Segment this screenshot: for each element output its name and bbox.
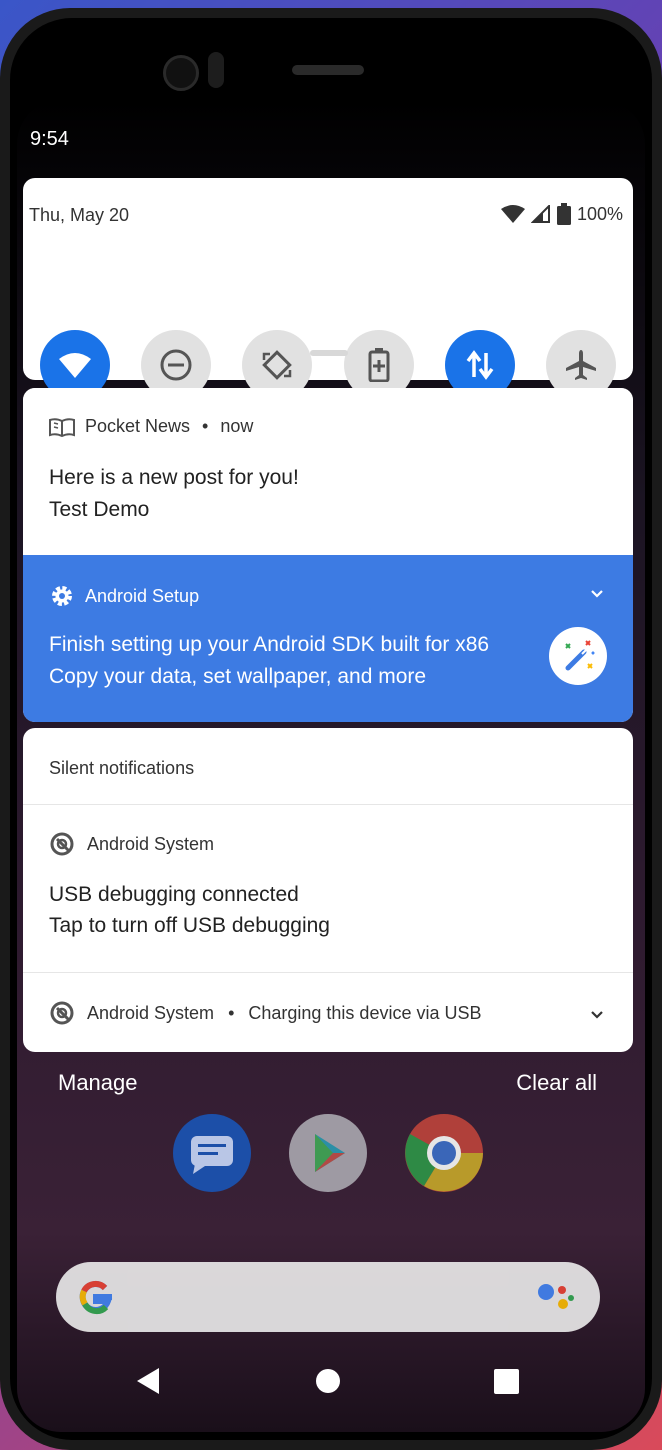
airplane-icon: [565, 350, 596, 380]
proximity-sensor: [208, 52, 224, 88]
notification-header: Android System • Charging this device vi…: [49, 1000, 482, 1026]
separator-dot: •: [202, 416, 209, 436]
divider: [23, 972, 633, 973]
chrome-app-icon[interactable]: [405, 1114, 483, 1192]
notification-text: Tap to turn off USB debugging: [49, 914, 330, 937]
notification-text: Test Demo: [49, 498, 150, 521]
android-system-icon: [50, 832, 74, 856]
wifi-signal-icon: [500, 205, 525, 223]
navigation-bar: [17, 1345, 645, 1415]
assistant-icon[interactable]: [536, 1280, 576, 1316]
quick-settings-panel: Thu, May 20 100%: [23, 178, 633, 400]
earpiece-speaker: [292, 65, 364, 75]
pocket-news-notification[interactable]: Pocket News • now Here is a new post for…: [23, 388, 633, 555]
notification-time: now: [220, 416, 254, 436]
app-name: Android System: [87, 1002, 215, 1023]
app-name: Android System: [87, 833, 215, 854]
front-camera: [163, 55, 199, 91]
clear-all-button[interactable]: Clear all: [516, 1070, 597, 1096]
gear-icon: [52, 586, 72, 606]
book-icon: [49, 417, 75, 437]
notification-title: Here is a new post for you!: [49, 466, 299, 489]
notification-header: Pocket News • now: [49, 416, 253, 437]
recents-icon[interactable]: [494, 1369, 519, 1394]
notification-header: Android Setup: [49, 583, 199, 609]
separator-dot: •: [228, 1002, 235, 1023]
messages-app-icon[interactable]: [173, 1114, 251, 1192]
do-not-disturb-icon: [160, 349, 192, 381]
android-system-icon: [50, 1001, 74, 1025]
home-icon[interactable]: [315, 1368, 341, 1394]
notification-text: Charging this device via USB: [248, 1002, 482, 1023]
section-header: Silent notifications: [49, 758, 195, 778]
back-icon[interactable]: [135, 1367, 161, 1395]
battery-saver-icon: [368, 348, 390, 382]
android-setup-notification[interactable]: Android Setup Finish setting up your And…: [23, 555, 633, 722]
google-g-icon: [79, 1280, 113, 1315]
status-time: 9:54: [30, 128, 69, 150]
divider: [23, 804, 633, 805]
notification-text: Copy your data, set wallpaper, and more: [49, 665, 427, 688]
screen: 9:54 Thu, May 20 100% Pocket News • now …: [17, 100, 645, 1432]
battery-percent: 100%: [576, 203, 623, 224]
notification-title: Finish setting up your Android SDK built…: [49, 633, 490, 656]
chevron-down-icon[interactable]: [589, 589, 605, 599]
app-name: Pocket News: [85, 416, 191, 436]
qs-drag-handle[interactable]: [310, 350, 348, 356]
notification-title: USB debugging connected: [49, 883, 299, 906]
manage-button[interactable]: Manage: [58, 1070, 138, 1096]
cell-signal-icon: [530, 205, 550, 223]
play-store-app-icon[interactable]: [289, 1114, 367, 1192]
data-transfer-icon: [466, 350, 494, 380]
silent-notifications-group: Silent notifications Android System USB …: [23, 728, 633, 1052]
device-frame: 9:54 Thu, May 20 100% Pocket News • now …: [0, 8, 662, 1450]
app-name: Android Setup: [85, 585, 200, 606]
qs-status-icons: 100%: [500, 203, 623, 225]
battery-icon: [556, 203, 571, 225]
notification-header: Android System: [49, 831, 214, 857]
qs-date: Thu, May 20: [29, 205, 130, 225]
auto-rotate-icon: [262, 350, 293, 380]
magic-wand-icon: [549, 627, 607, 685]
notification-group: Pocket News • now Here is a new post for…: [23, 388, 633, 722]
google-search-bar[interactable]: [56, 1262, 600, 1332]
chevron-down-icon[interactable]: [589, 1010, 605, 1020]
wifi-icon: [59, 353, 91, 378]
